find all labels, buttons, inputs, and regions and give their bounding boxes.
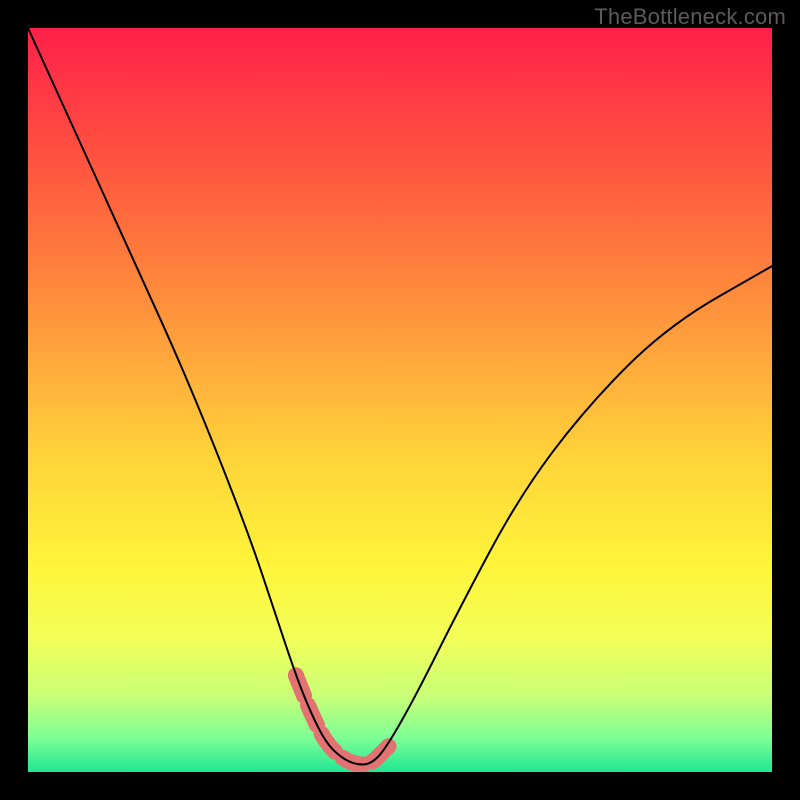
- watermark-text: TheBottleneck.com: [594, 4, 786, 30]
- curve-layer: [28, 28, 772, 772]
- plot-area: [28, 28, 772, 772]
- bottleneck-curve: [28, 28, 772, 765]
- chart-stage: TheBottleneck.com: [0, 0, 800, 800]
- trough-highlight: [296, 675, 393, 764]
